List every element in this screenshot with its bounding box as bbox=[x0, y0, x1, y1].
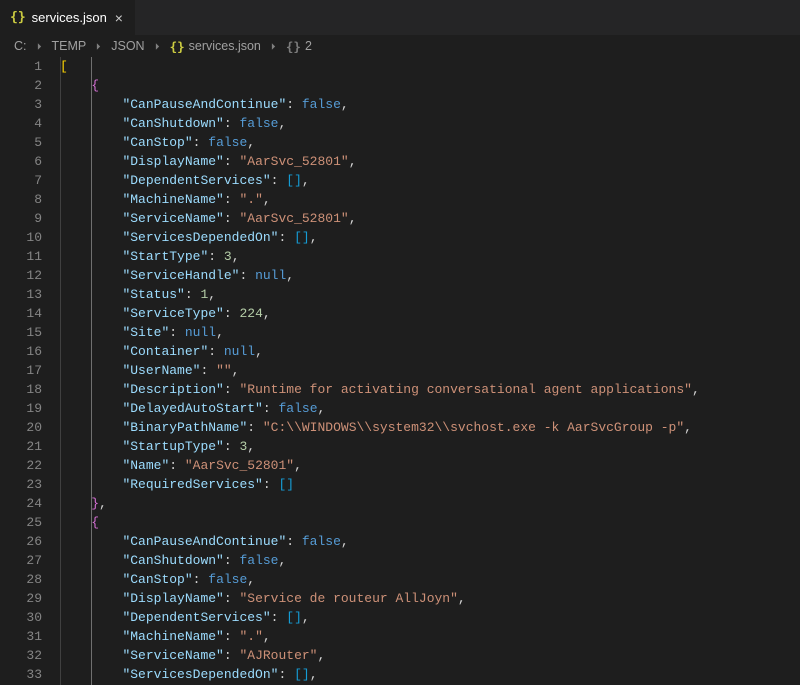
line-number: 21 bbox=[0, 437, 42, 456]
code-editor[interactable]: 1234567891011121314151617181920212223242… bbox=[0, 57, 800, 685]
code-line[interactable]: "ServicesDependedOn": [], bbox=[60, 665, 800, 684]
line-number: 7 bbox=[0, 171, 42, 190]
line-number: 33 bbox=[0, 665, 42, 684]
code-line[interactable]: "ServiceName": "AarSvc_52801", bbox=[60, 209, 800, 228]
code-line[interactable]: "Site": null, bbox=[60, 323, 800, 342]
code-line[interactable]: "MachineName": ".", bbox=[60, 190, 800, 209]
chevron-right-icon bbox=[92, 40, 105, 53]
code-line[interactable]: "ServiceHandle": null, bbox=[60, 266, 800, 285]
line-number: 29 bbox=[0, 589, 42, 608]
code-line[interactable]: "Description": "Runtime for activating c… bbox=[60, 380, 800, 399]
line-number: 19 bbox=[0, 399, 42, 418]
chevron-right-icon bbox=[267, 40, 280, 53]
json-file-icon: {} bbox=[10, 10, 26, 25]
line-number: 15 bbox=[0, 323, 42, 342]
code-line[interactable]: "ServiceType": 224, bbox=[60, 304, 800, 323]
tab-filename: services.json bbox=[32, 10, 107, 25]
chevron-right-icon bbox=[151, 40, 164, 53]
line-number: 12 bbox=[0, 266, 42, 285]
code-line[interactable]: "DisplayName": "AarSvc_52801", bbox=[60, 152, 800, 171]
line-number: 31 bbox=[0, 627, 42, 646]
line-number: 27 bbox=[0, 551, 42, 570]
line-number: 24 bbox=[0, 494, 42, 513]
code-line[interactable]: "DependentServices": [], bbox=[60, 171, 800, 190]
chevron-right-icon bbox=[33, 40, 46, 53]
code-line[interactable]: "ServiceName": "AJRouter", bbox=[60, 646, 800, 665]
close-icon[interactable]: × bbox=[113, 11, 125, 25]
code-line[interactable]: "CanPauseAndContinue": false, bbox=[60, 532, 800, 551]
line-number: 17 bbox=[0, 361, 42, 380]
line-number: 8 bbox=[0, 190, 42, 209]
code-line[interactable]: "UserName": "", bbox=[60, 361, 800, 380]
code-line[interactable]: "StartupType": 3, bbox=[60, 437, 800, 456]
editor-tab[interactable]: {} services.json × bbox=[0, 0, 135, 35]
code-area[interactable]: [ { "CanPauseAndContinue": false, "CanSh… bbox=[60, 57, 800, 685]
line-number: 5 bbox=[0, 133, 42, 152]
code-line[interactable]: "DependentServices": [], bbox=[60, 608, 800, 627]
line-number: 6 bbox=[0, 152, 42, 171]
code-line[interactable]: "CanStop": false, bbox=[60, 570, 800, 589]
line-number: 4 bbox=[0, 114, 42, 133]
breadcrumb-segment[interactable]: TEMP bbox=[52, 39, 87, 53]
line-number: 14 bbox=[0, 304, 42, 323]
line-number: 22 bbox=[0, 456, 42, 475]
line-number: 23 bbox=[0, 475, 42, 494]
breadcrumb[interactable]: C: TEMP JSON {} services.json {} 2 bbox=[0, 35, 800, 57]
code-line[interactable]: "MachineName": ".", bbox=[60, 627, 800, 646]
code-line[interactable]: "BinaryPathName": "C:\\WINDOWS\\system32… bbox=[60, 418, 800, 437]
code-line[interactable]: "Status": 1, bbox=[60, 285, 800, 304]
code-line[interactable]: "RequiredServices": [] bbox=[60, 475, 800, 494]
line-number: 26 bbox=[0, 532, 42, 551]
line-number: 28 bbox=[0, 570, 42, 589]
code-line[interactable]: "CanShutdown": false, bbox=[60, 551, 800, 570]
line-number: 30 bbox=[0, 608, 42, 627]
code-line[interactable]: "CanPauseAndContinue": false, bbox=[60, 95, 800, 114]
line-number: 11 bbox=[0, 247, 42, 266]
line-number: 16 bbox=[0, 342, 42, 361]
breadcrumb-segment[interactable]: C: bbox=[14, 39, 27, 53]
line-number: 20 bbox=[0, 418, 42, 437]
line-number: 10 bbox=[0, 228, 42, 247]
breadcrumb-file[interactable]: {} services.json bbox=[170, 39, 261, 54]
code-line[interactable]: "DelayedAutoStart": false, bbox=[60, 399, 800, 418]
json-object-icon: {} bbox=[286, 39, 301, 54]
code-line[interactable]: }, bbox=[60, 494, 800, 513]
code-line[interactable]: [ bbox=[60, 57, 800, 76]
line-number-gutter: 1234567891011121314151617181920212223242… bbox=[0, 57, 60, 685]
json-file-icon: {} bbox=[170, 39, 185, 54]
line-number: 9 bbox=[0, 209, 42, 228]
line-number: 3 bbox=[0, 95, 42, 114]
code-line[interactable]: "CanStop": false, bbox=[60, 133, 800, 152]
tab-bar: {} services.json × bbox=[0, 0, 800, 35]
code-line[interactable]: "StartType": 3, bbox=[60, 247, 800, 266]
code-line[interactable]: "Name": "AarSvc_52801", bbox=[60, 456, 800, 475]
breadcrumb-segment[interactable]: JSON bbox=[111, 39, 144, 53]
line-number: 18 bbox=[0, 380, 42, 399]
line-number: 1 bbox=[0, 57, 42, 76]
code-line[interactable]: "ServicesDependedOn": [], bbox=[60, 228, 800, 247]
line-number: 2 bbox=[0, 76, 42, 95]
code-line[interactable]: "CanShutdown": false, bbox=[60, 114, 800, 133]
code-line[interactable]: "Container": null, bbox=[60, 342, 800, 361]
code-line[interactable]: { bbox=[60, 76, 800, 95]
line-number: 32 bbox=[0, 646, 42, 665]
line-number: 25 bbox=[0, 513, 42, 532]
breadcrumb-symbol[interactable]: {} 2 bbox=[286, 39, 312, 54]
code-line[interactable]: { bbox=[60, 513, 800, 532]
line-number: 13 bbox=[0, 285, 42, 304]
code-line[interactable]: "DisplayName": "Service de routeur AllJo… bbox=[60, 589, 800, 608]
